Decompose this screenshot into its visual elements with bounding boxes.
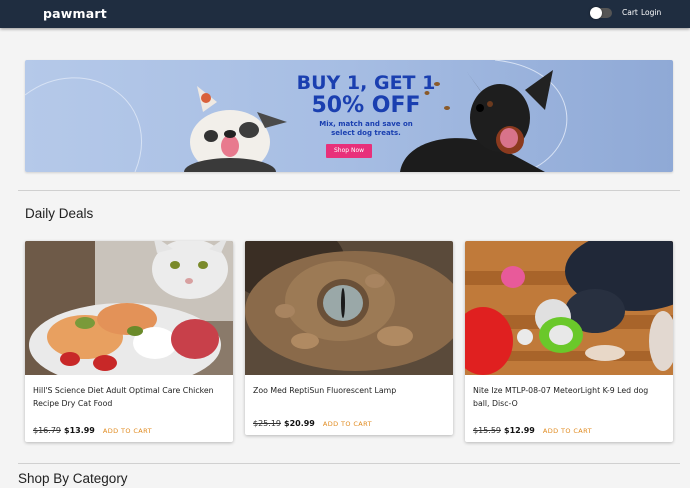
brand-logo[interactable]: pawmart [43,6,107,21]
navbar: pawmart Cart Login [0,0,690,28]
product-price-row: $25.19 $20.99 ADD TO CART [253,419,372,428]
toggle-knob [590,7,602,19]
product-image [245,241,453,375]
product-card[interactable]: Nite Ize MTLP-08-07 MeteorLight K-9 Led … [465,241,673,442]
old-price: $25.19 [253,419,281,428]
shop-now-button[interactable]: Shop Now [326,144,372,158]
banner-headline-2: 50% OFF [311,93,421,118]
product-title[interactable]: Hill'S Science Diet Adult Optimal Care C… [33,384,223,410]
add-to-cart-button[interactable]: ADD TO CART [103,427,152,435]
add-to-cart-button[interactable]: ADD TO CART [323,420,372,428]
product-title[interactable]: Nite Ize MTLP-08-07 MeteorLight K-9 Led … [473,384,663,410]
banner-headline-1: BUY 1, GET 1 [296,72,436,94]
daily-deals-heading: Daily Deals [25,206,94,221]
old-price: $15.59 [473,426,501,435]
section-divider [18,463,680,464]
product-image [465,241,673,375]
product-price-row: $15.59 $12.99 ADD TO CART [473,426,592,435]
banner-subline: Mix, match and save on select dog treats… [261,120,471,138]
promo-banner[interactable]: BUY 1, GET 1 50% OFF Mix, match and save… [25,60,673,172]
product-image [25,241,233,375]
product-title[interactable]: Zoo Med ReptiSun Fluorescent Lamp [253,384,443,397]
sale-price: $13.99 [64,426,95,435]
shop-by-category-heading: Shop By Category [18,471,128,486]
add-to-cart-button[interactable]: ADD TO CART [543,427,592,435]
product-card[interactable]: Zoo Med ReptiSun Fluorescent Lamp $25.19… [245,241,453,435]
banner-subline-1: Mix, match and save on [319,120,413,128]
nav-login-link[interactable]: Login [641,8,661,17]
theme-toggle[interactable] [590,7,612,19]
old-price: $16.79 [33,426,61,435]
banner-subline-2: select dog treats. [331,129,401,137]
sale-price: $12.99 [504,426,535,435]
product-card[interactable]: Hill'S Science Diet Adult Optimal Care C… [25,241,233,442]
section-divider [18,190,680,191]
product-price-row: $16.79 $13.99 ADD TO CART [33,426,152,435]
nav-cart-link[interactable]: Cart [622,8,638,17]
sale-price: $20.99 [284,419,315,428]
